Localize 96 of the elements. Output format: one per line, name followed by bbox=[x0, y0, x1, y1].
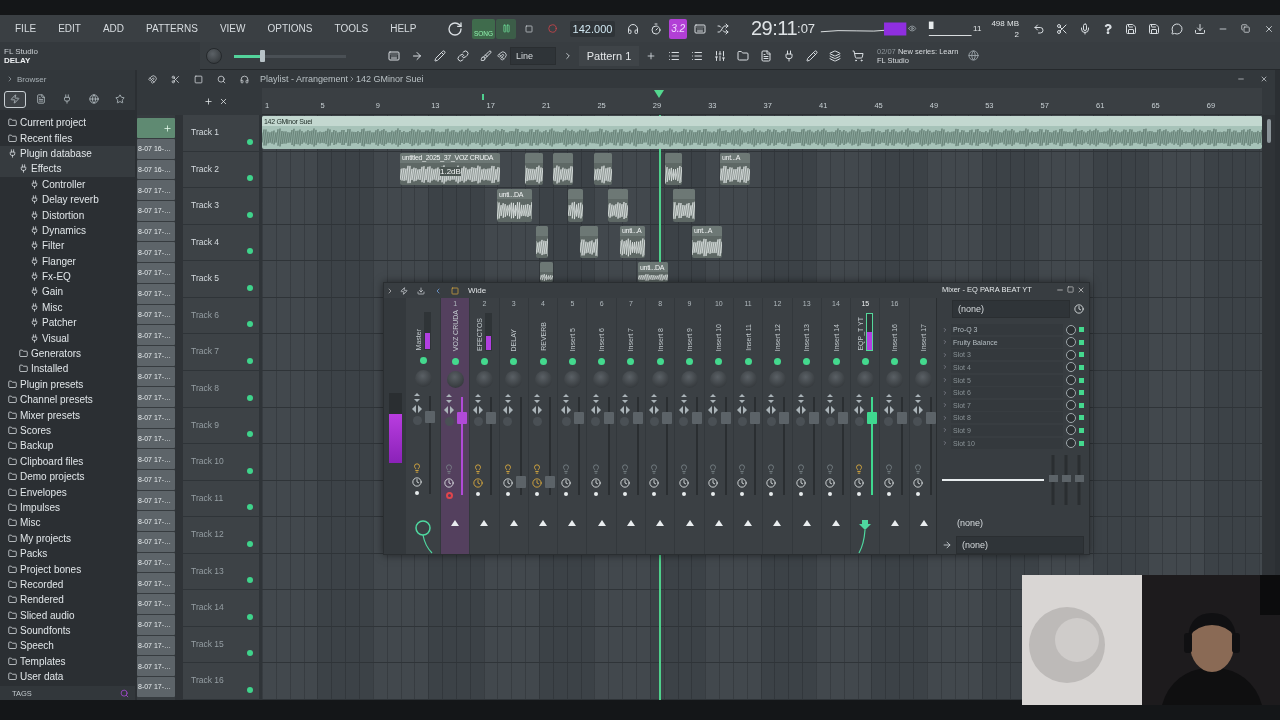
mixer-view-label[interactable]: Wide bbox=[468, 286, 487, 295]
track-header[interactable]: Track 4 bbox=[183, 224, 262, 261]
track-name: Track 2 bbox=[191, 163, 220, 174]
menu-item[interactable]: EDIT bbox=[47, 17, 92, 40]
track-header[interactable]: Track 1 bbox=[183, 115, 262, 151]
playlist-title: Playlist - Arrangement bbox=[260, 74, 349, 84]
browser-title: Browser bbox=[17, 74, 47, 84]
browser-item[interactable]: Packs bbox=[0, 545, 135, 562]
track-header[interactable]: Track 9 bbox=[183, 407, 262, 444]
track-header[interactable]: Track 7 bbox=[183, 334, 262, 370]
browser-item[interactable]: Generators bbox=[0, 345, 135, 362]
menu-item[interactable]: ADD bbox=[91, 17, 136, 40]
track-header[interactable]: Track 2 bbox=[183, 151, 262, 188]
browser-item[interactable]: Channel presets bbox=[0, 392, 135, 408]
track-header[interactable]: Track 3 bbox=[183, 188, 262, 224]
track-name: Track 13 bbox=[191, 565, 224, 576]
time-ticks: :07 bbox=[797, 21, 816, 36]
track-name: Track 4 bbox=[191, 236, 220, 247]
track-name: Track 14 bbox=[191, 602, 224, 613]
browser-item[interactable]: Templates bbox=[0, 653, 135, 670]
browser-item[interactable]: User data bbox=[0, 669, 135, 685]
browser-item[interactable]: Effects bbox=[0, 161, 135, 177]
preset-dropdown[interactable]: (none) bbox=[952, 300, 1070, 319]
arrangement-name[interactable]: 142 GMinor Suei bbox=[356, 74, 424, 84]
browser-item[interactable]: Delay reverb bbox=[0, 191, 135, 208]
track-header[interactable]: Track 5 bbox=[183, 261, 262, 297]
browser-item[interactable]: Sliced audio bbox=[0, 607, 135, 623]
track-header[interactable]: Track 6 bbox=[183, 297, 262, 334]
track-header[interactable]: Track 13 bbox=[183, 553, 262, 590]
hint-text: DELAY bbox=[4, 55, 32, 65]
browser-item[interactable]: Misc bbox=[0, 515, 135, 531]
menu-item[interactable]: TOOLS bbox=[323, 17, 380, 40]
track-header[interactable]: Track 16 bbox=[183, 663, 262, 699]
browser-item[interactable]: Plugin presets bbox=[0, 376, 135, 393]
track-name: Track 7 bbox=[191, 346, 220, 357]
browser-item[interactable]: Installed bbox=[0, 361, 135, 377]
time-display: 29:11 bbox=[750, 17, 798, 40]
tempo-display[interactable]: 142.000 bbox=[569, 20, 616, 37]
browser-item[interactable]: Rendered bbox=[0, 592, 135, 608]
track-name: Track 16 bbox=[191, 675, 224, 686]
track-name: Track 11 bbox=[191, 492, 224, 503]
browser-item[interactable]: My projects bbox=[0, 530, 135, 546]
countdown-button[interactable]: 3.2 bbox=[668, 18, 688, 39]
hint-title: FL Studio bbox=[4, 46, 39, 56]
output-dropdown[interactable]: (none) bbox=[956, 536, 1084, 554]
track-name: Track 12 bbox=[191, 529, 224, 540]
track-name: Track 9 bbox=[191, 419, 220, 430]
menu-item[interactable]: FILE bbox=[4, 17, 48, 40]
browser-item[interactable]: Visual bbox=[0, 330, 135, 346]
browser-item[interactable]: Dynamics bbox=[0, 222, 135, 239]
browser-item[interactable]: Fx-EQ bbox=[0, 268, 135, 285]
clip-gain: 1.2dB bbox=[440, 166, 461, 176]
browser-item[interactable]: Recorded bbox=[0, 576, 135, 593]
browser-item[interactable]: Misc bbox=[0, 299, 135, 316]
menu-item[interactable]: PATTERNS bbox=[135, 17, 209, 40]
track-header[interactable]: Track 15 bbox=[183, 626, 262, 663]
browser-item[interactable]: Envelopes bbox=[0, 484, 135, 500]
input-dropdown[interactable]: (none) bbox=[952, 514, 1082, 532]
browser-item[interactable]: Distortion bbox=[0, 207, 135, 223]
track-name: Track 6 bbox=[191, 309, 220, 320]
menu-item[interactable]: OPTIONS bbox=[256, 17, 324, 40]
browser-item[interactable]: Mixer presets bbox=[0, 407, 135, 423]
track-header[interactable]: Track 14 bbox=[183, 590, 262, 626]
track-name: Track 5 bbox=[191, 273, 220, 284]
browser-item[interactable]: Gain bbox=[0, 284, 135, 300]
track-header[interactable]: Track 11 bbox=[183, 480, 262, 517]
browser-item[interactable]: Clipboard files bbox=[0, 453, 135, 469]
browser-item[interactable]: Project bones bbox=[0, 561, 135, 577]
browser-item[interactable]: Speech bbox=[0, 638, 135, 654]
track-name: Track 3 bbox=[191, 200, 220, 211]
voice-count: 11 bbox=[973, 24, 982, 33]
browser-item[interactable]: Recent files bbox=[0, 130, 135, 146]
track-name: Track 15 bbox=[191, 638, 224, 649]
browser-item[interactable]: Demo projects bbox=[0, 469, 135, 485]
snap-dropdown[interactable]: Line bbox=[510, 46, 556, 65]
polyphony-count: 2 bbox=[1014, 29, 1019, 39]
browser-item[interactable]: Impulses bbox=[0, 499, 135, 516]
track-header[interactable]: Track 12 bbox=[183, 517, 262, 553]
browser-item[interactable]: Backup bbox=[0, 438, 135, 454]
menu-item[interactable]: VIEW bbox=[208, 17, 257, 40]
track-name: Track 8 bbox=[191, 382, 220, 393]
memory-usage: 498 MB bbox=[991, 18, 1019, 28]
track-name: Track 1 bbox=[191, 127, 220, 137]
menu-item[interactable]: HELP bbox=[379, 17, 428, 40]
track-header[interactable]: Track 8 bbox=[183, 370, 262, 407]
browser-item[interactable]: Flanger bbox=[0, 253, 135, 269]
browser-item[interactable]: Scores bbox=[0, 422, 135, 439]
browser-item[interactable]: Patcher bbox=[0, 315, 135, 331]
browser-item[interactable]: Soundfonts bbox=[0, 622, 135, 639]
track-header[interactable]: Track 10 bbox=[183, 444, 262, 480]
pattern-selector[interactable]: Pattern 1 bbox=[579, 45, 639, 66]
browser-item[interactable]: Controller bbox=[0, 176, 135, 192]
track-name: Track 10 bbox=[191, 456, 224, 467]
browser-item[interactable]: Filter bbox=[0, 238, 135, 254]
browser-item[interactable]: Plugin database bbox=[0, 145, 135, 162]
browser-item[interactable]: Current project bbox=[0, 115, 135, 131]
